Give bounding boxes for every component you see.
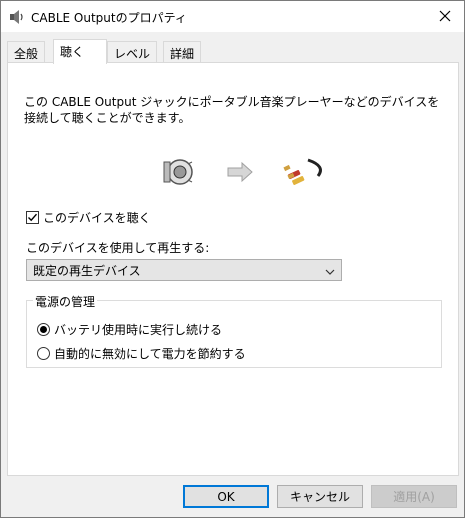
playback-device-dropdown[interactable]: 既定の再生デバイス (26, 259, 342, 281)
description-text: この CABLE Output ジャックにポータブル音楽プレーヤーなどのデバイス… (24, 95, 440, 125)
title-bar: CABLE Outputのプロパティ (1, 1, 464, 32)
power-group-title: 電源の管理 (33, 293, 98, 310)
radio-button[interactable] (37, 347, 50, 360)
tab-strip: 全般 聴く レベル 詳細 (7, 39, 459, 64)
close-icon (439, 10, 451, 22)
audio-device-icon (163, 159, 193, 185)
window-title: CABLE Outputのプロパティ (31, 11, 187, 25)
chevron-down-icon (325, 265, 335, 279)
radio-label: 自動的に無効にして電力を節約する (54, 347, 246, 361)
listen-checkbox[interactable] (26, 211, 39, 224)
listen-checkbox-row[interactable]: このデバイスを聴く (26, 209, 151, 226)
tab-advanced[interactable]: 詳細 (163, 41, 202, 63)
ok-button[interactable]: OK (183, 485, 269, 508)
tab-levels[interactable]: レベル (107, 41, 158, 63)
radio-button-selected[interactable] (37, 323, 50, 336)
connection-illustration (158, 152, 328, 192)
apply-button[interactable]: 適用(A) (371, 485, 457, 508)
tab-general[interactable]: 全般 (7, 41, 46, 63)
checkmark-icon (28, 213, 38, 222)
listen-checkbox-label: このデバイスを聴く (43, 211, 151, 225)
radio-keep-running[interactable]: バッテリ使用時に実行し続ける (37, 321, 222, 338)
listen-tab-panel: この CABLE Output ジャックにポータブル音楽プレーヤーなどのデバイス… (7, 62, 459, 476)
playback-device-value: 既定の再生デバイス (33, 263, 141, 278)
playback-device-label: このデバイスを使用して再生する: (26, 241, 210, 255)
close-button[interactable] (434, 5, 456, 27)
tab-listen[interactable]: 聴く (53, 39, 107, 64)
speaker-icon (9, 9, 25, 25)
rca-cable-icon (283, 158, 322, 185)
radio-auto-disable[interactable]: 自動的に無効にして電力を節約する (37, 345, 246, 362)
properties-dialog: CABLE Outputのプロパティ 全般 聴く レベル 詳細 この CABLE… (0, 0, 465, 518)
radio-label: バッテリ使用時に実行し続ける (54, 323, 223, 337)
cancel-button[interactable]: キャンセル (277, 485, 363, 508)
power-management-group: 電源の管理 バッテリ使用時に実行し続ける 自動的に無効にして電力を節約する (26, 293, 442, 368)
arrow-right-icon (227, 161, 253, 183)
